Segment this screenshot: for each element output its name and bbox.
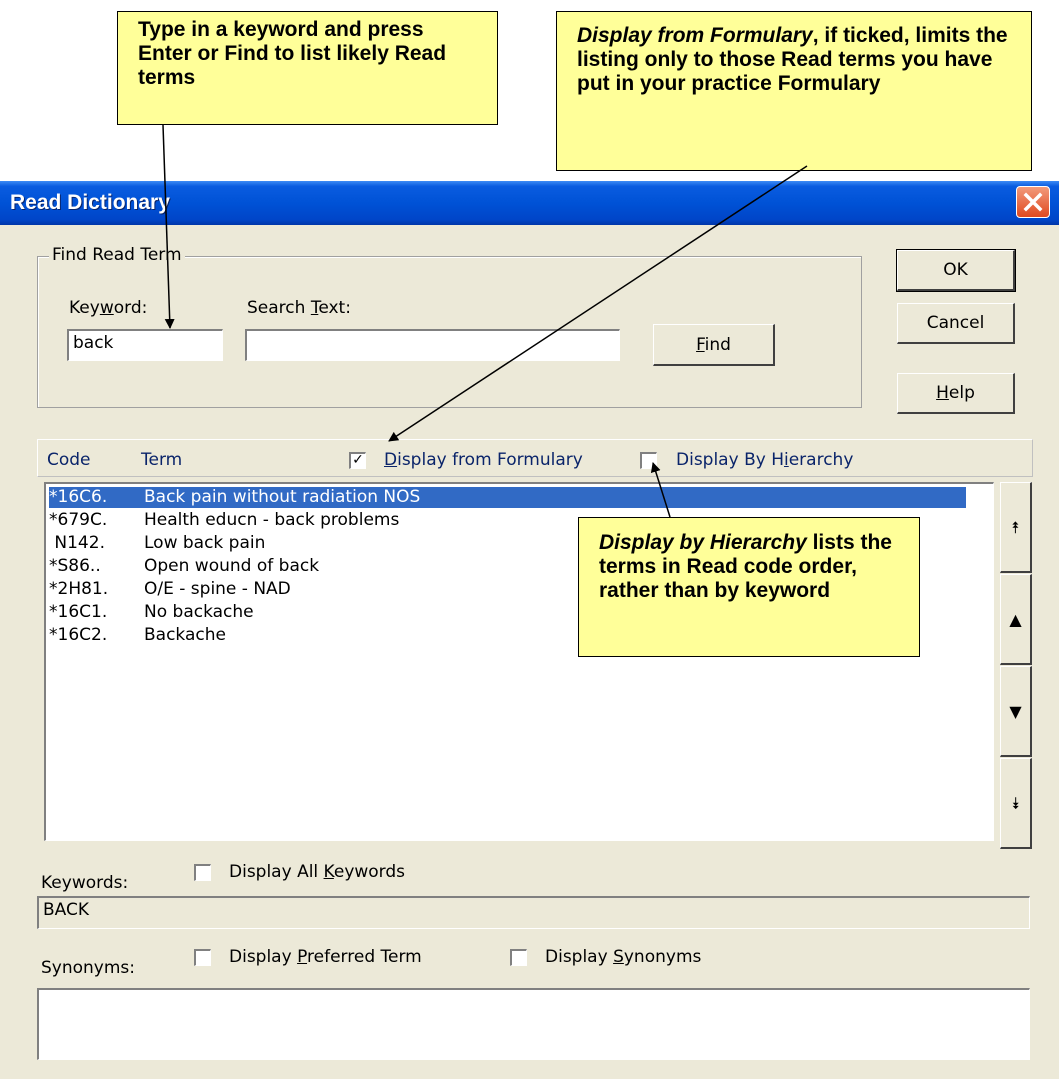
- row-code: *16C1.: [49, 602, 108, 622]
- find-group-title: Find Read Term: [49, 245, 185, 265]
- help-button[interactable]: Help: [897, 373, 1015, 414]
- callout-formulary: Display from Formulary, if ticked, limit…: [556, 11, 1032, 171]
- close-button[interactable]: [1016, 186, 1050, 218]
- cancel-button[interactable]: Cancel: [897, 303, 1015, 344]
- synonyms-label: Synonyms:: [41, 958, 136, 978]
- display-by-hierarchy-label: Display By Hierarchy: [676, 450, 854, 470]
- display-all-keywords-checkbox[interactable]: [194, 864, 211, 881]
- callout-hierarchy: Display by Hierarchy lists the terms in …: [578, 517, 920, 657]
- display-all-keywords-label: Display All Keywords: [229, 862, 406, 882]
- row-term: Open wound of back: [144, 556, 320, 576]
- double-up-arrow-icon: ⯭: [1010, 518, 1021, 537]
- row-code: *S86..: [49, 556, 101, 576]
- keywords-field: BACK: [37, 896, 1030, 929]
- help-label: Help: [936, 383, 975, 403]
- display-preferred-term-label: Display Preferred Term: [229, 947, 422, 967]
- cancel-label: Cancel: [926, 313, 985, 333]
- row-term: Backache: [144, 625, 226, 645]
- callout-keyword-text: Type in a keyword and press Enter or Fin…: [138, 18, 447, 89]
- column-header-code: Code: [47, 450, 91, 470]
- find-button[interactable]: Find: [653, 324, 775, 366]
- column-header-term: Term: [141, 450, 183, 470]
- keyword-input[interactable]: back: [67, 329, 223, 361]
- callout-keyword: Type in a keyword and press Enter or Fin…: [117, 11, 498, 125]
- double-down-arrow-icon: ⯯: [1010, 794, 1021, 813]
- callout-hierarchy-italic: Display by Hierarchy: [599, 531, 807, 554]
- row-code: *16C6.: [49, 487, 108, 507]
- row-term: O/E - spine - NAD: [144, 579, 291, 599]
- search-text-label: Search Text:: [247, 298, 351, 318]
- scroll-down-button[interactable]: ▼: [1000, 666, 1032, 757]
- ok-button[interactable]: OK: [896, 249, 1016, 292]
- synonyms-field: [37, 988, 1030, 1060]
- scroll-up-button[interactable]: ▲: [1000, 574, 1032, 665]
- display-by-hierarchy-checkbox[interactable]: [640, 452, 657, 469]
- row-code: *2H81.: [49, 579, 109, 599]
- scroll-last-button[interactable]: ⯯: [1000, 758, 1032, 849]
- down-arrow-icon: ▼: [1009, 702, 1022, 721]
- display-preferred-term-checkbox[interactable]: [194, 949, 211, 966]
- row-code: *16C2.: [49, 625, 108, 645]
- list-row-selected[interactable]: *16C6. Back pain without radiation NOS: [48, 486, 967, 509]
- ok-label: OK: [943, 260, 968, 280]
- dialog-title: Read Dictionary: [10, 191, 170, 214]
- row-term: Low back pain: [144, 533, 266, 553]
- display-from-formulary-label: Display from Formulary: [384, 450, 583, 470]
- close-icon: [1023, 192, 1043, 212]
- keywords-label: Keywords:: [41, 873, 129, 893]
- display-synonyms-checkbox[interactable]: [510, 949, 527, 966]
- title-bar[interactable]: Read Dictionary: [0, 181, 1059, 225]
- row-term: Health educn - back problems: [144, 510, 400, 530]
- row-term: Back pain without radiation NOS: [144, 487, 421, 507]
- keyword-label: Keyword:: [69, 298, 148, 318]
- display-synonyms-label: Display Synonyms: [545, 947, 702, 967]
- row-term: No backache: [144, 602, 254, 622]
- up-arrow-icon: ▲: [1009, 610, 1022, 629]
- find-button-label: Find: [696, 335, 731, 355]
- search-text-input[interactable]: [245, 329, 620, 361]
- scroll-first-button[interactable]: ⯭: [1000, 482, 1032, 573]
- callout-formulary-italic: Display from Formulary: [577, 24, 813, 47]
- row-code: *679C.: [49, 510, 108, 530]
- row-code: N142.: [49, 533, 105, 553]
- display-from-formulary-checkbox[interactable]: ✓: [349, 452, 366, 469]
